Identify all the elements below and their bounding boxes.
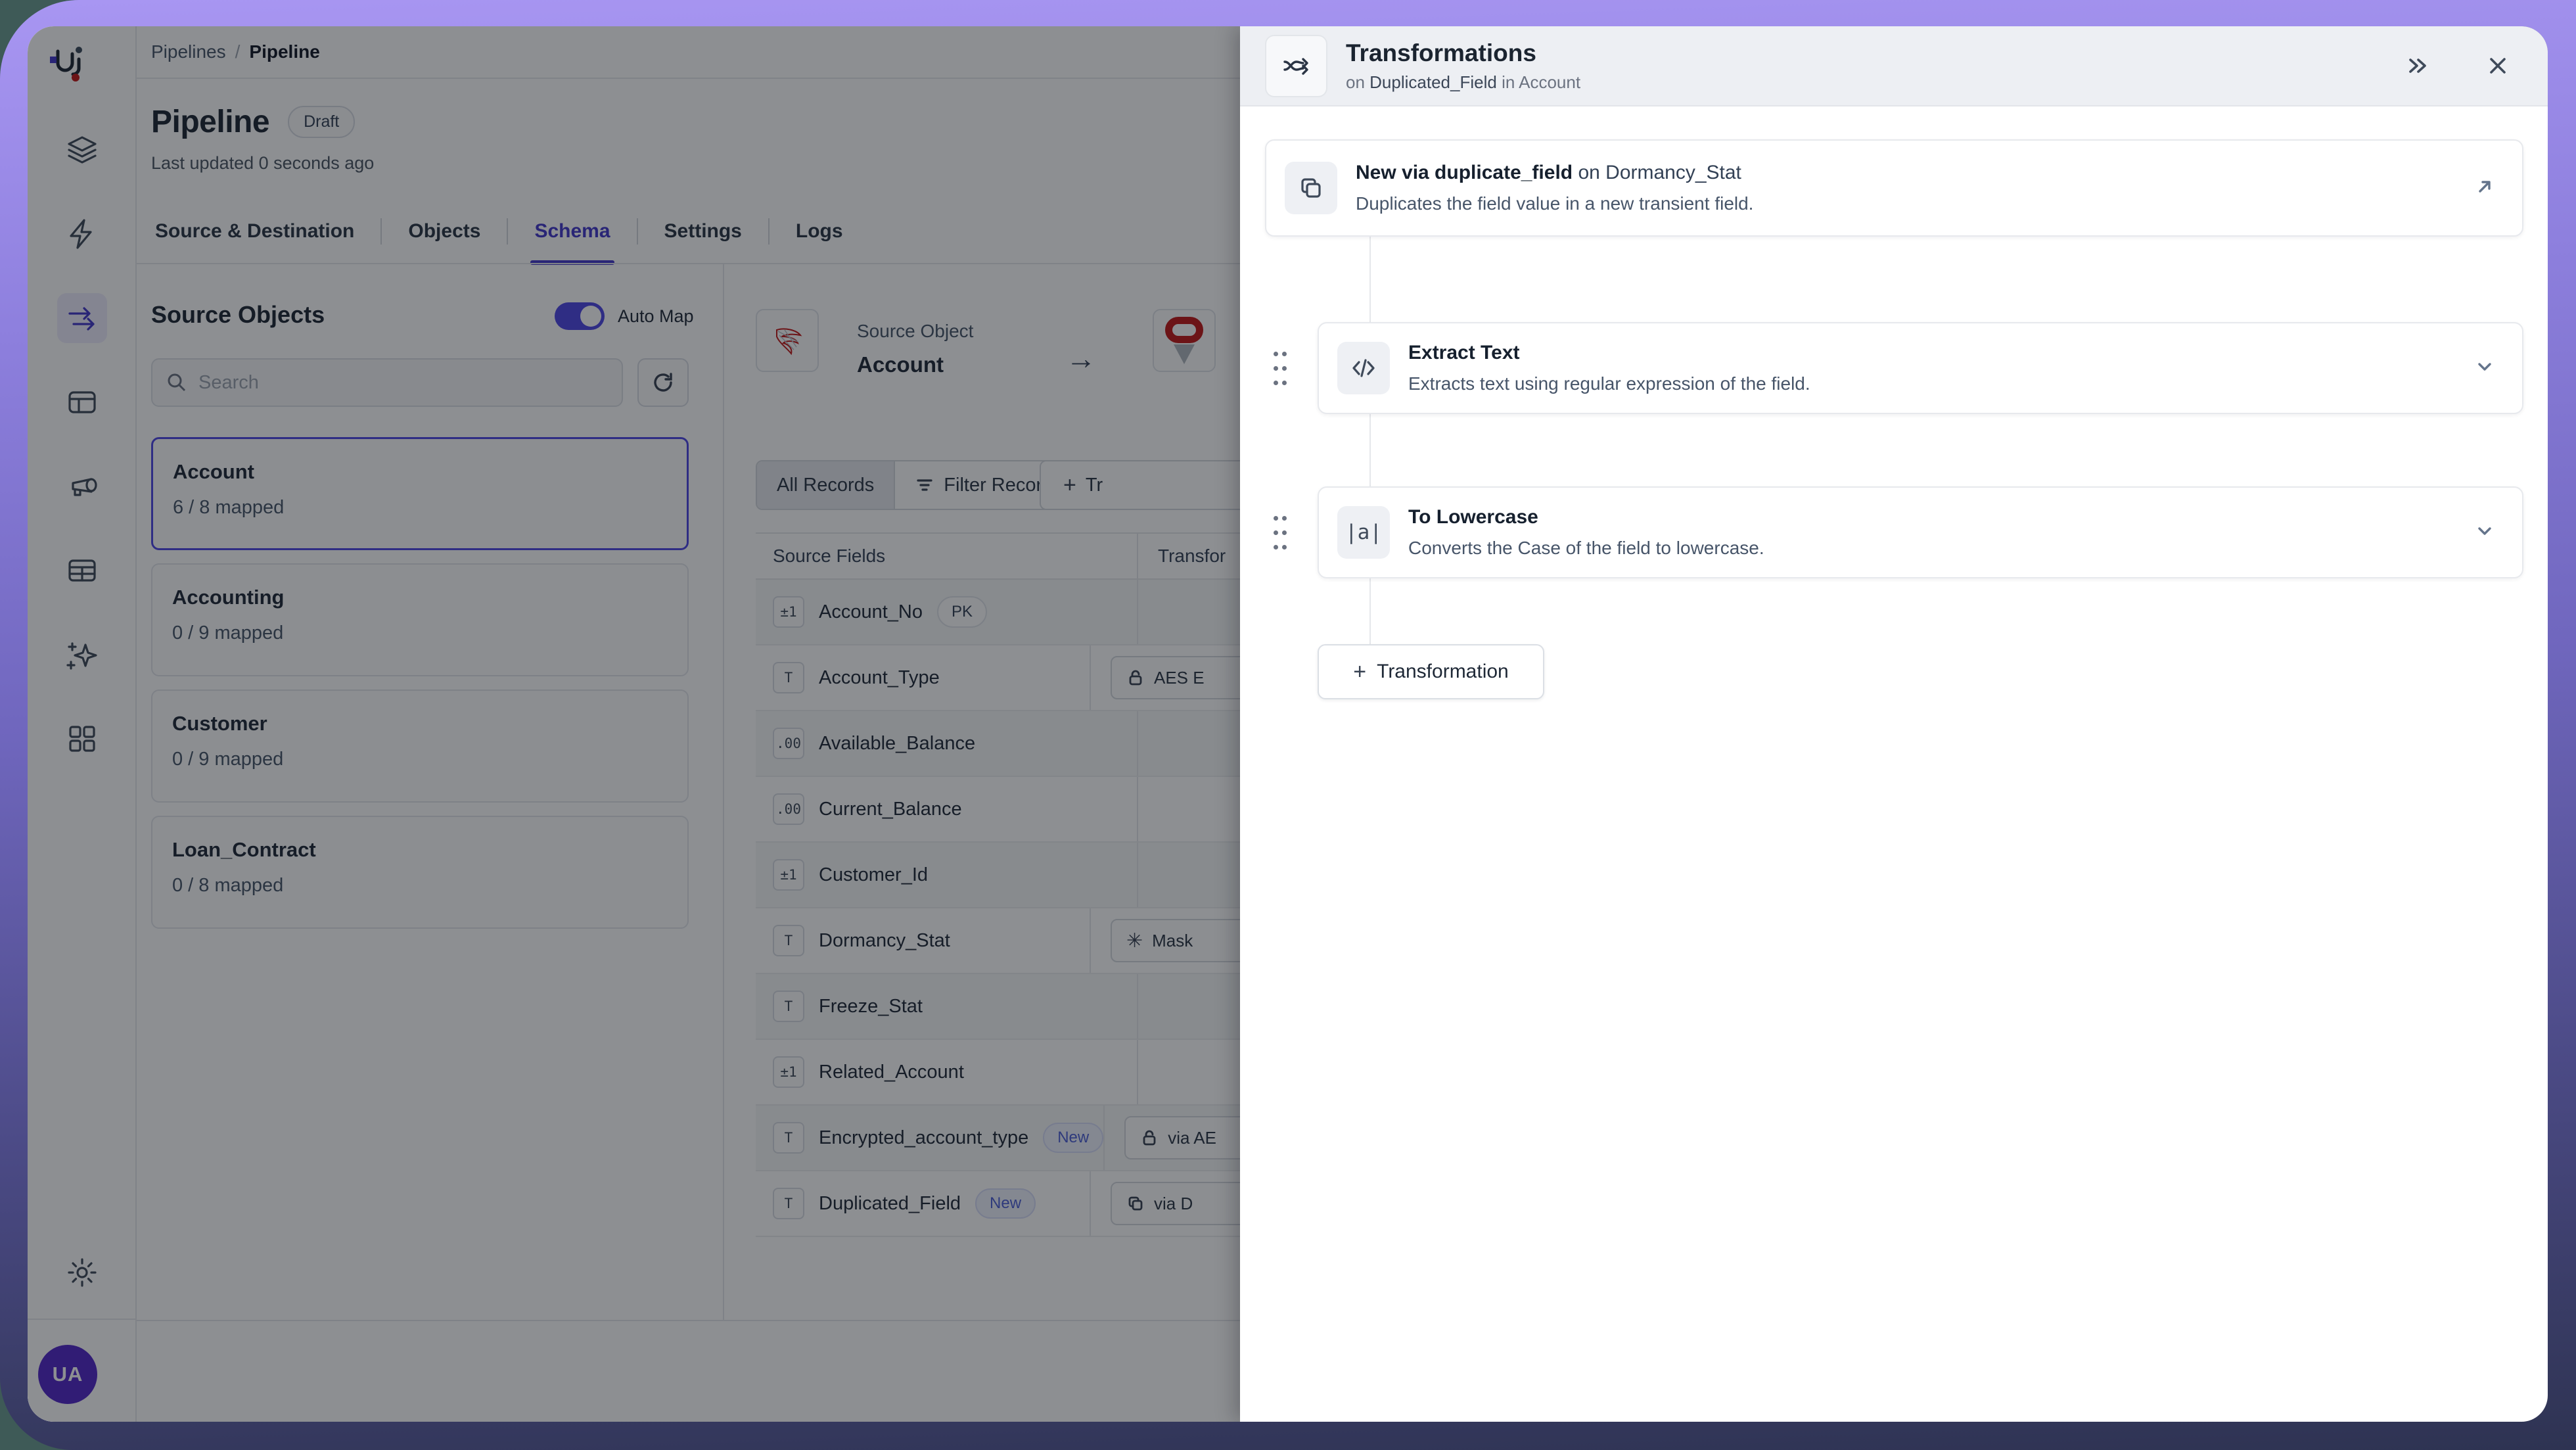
- card-description: Extracts text using regular expression o…: [1408, 373, 1810, 394]
- external-link-icon: [2479, 180, 2491, 193]
- drawer-title: Transformations: [1346, 39, 1536, 66]
- plus-icon: +: [1353, 659, 1367, 684]
- transformation-card-extract-text[interactable]: Extract Text Extracts text using regular…: [1318, 322, 2523, 414]
- copy-icon: [1285, 162, 1337, 214]
- lowercase-glyph: |a|: [1345, 521, 1382, 544]
- subtitle-object: Account: [1519, 72, 1581, 92]
- drag-handle[interactable]: [1272, 346, 1289, 390]
- card-description: Converts the Case of the field to lowerc…: [1408, 538, 1764, 558]
- chevron-down-icon: [2478, 526, 2491, 535]
- card-title: To Lowercase: [1408, 506, 1538, 528]
- drawer-header: Transformations on Duplicated_Field in A…: [1240, 26, 2548, 106]
- card-title-strong: New via duplicate_field: [1356, 162, 1573, 183]
- add-transformation-label: Transformation: [1377, 661, 1509, 682]
- transformations-drawer: Transformations on Duplicated_Field in A…: [1240, 26, 2548, 1422]
- card-title: New via duplicate_field on Dormancy_Stat: [1356, 162, 2473, 184]
- expand-card-button[interactable]: [2473, 356, 2496, 381]
- card-title: Extract Text: [1408, 342, 1520, 363]
- collapse-panel-icon[interactable]: [2404, 52, 2431, 80]
- flow-connector-line: [1369, 235, 1371, 648]
- subtitle-in: in: [1502, 72, 1515, 92]
- drag-handle[interactable]: [1272, 511, 1289, 554]
- app-window: UA Pipelines / Pipeline Pipeline Draft L…: [28, 26, 2548, 1422]
- expand-card-button[interactable]: [2473, 520, 2496, 546]
- card-description: Duplicates the field value in a new tran…: [1356, 193, 1754, 214]
- code-icon: [1337, 342, 1390, 394]
- open-source-link[interactable]: [2473, 175, 2496, 201]
- shuffle-icon: [1265, 34, 1327, 97]
- transformation-card-to-lowercase[interactable]: |a| To Lowercase Converts the Case of th…: [1318, 486, 2523, 578]
- card-title-rest: on Dormancy_Stat: [1573, 162, 1741, 183]
- drawer-subtitle: on Duplicated_Field in Account: [1346, 72, 2404, 93]
- add-transformation-button[interactable]: + Transformation: [1318, 644, 1544, 699]
- close-icon[interactable]: [2484, 52, 2512, 80]
- subtitle-field: Duplicated_Field: [1369, 72, 1497, 92]
- transformation-card-duplicate-field[interactable]: New via duplicate_field on Dormancy_Stat…: [1265, 139, 2523, 237]
- subtitle-on: on: [1346, 72, 1365, 92]
- chevron-down-icon: [2478, 362, 2491, 371]
- lowercase-icon: |a|: [1337, 506, 1390, 559]
